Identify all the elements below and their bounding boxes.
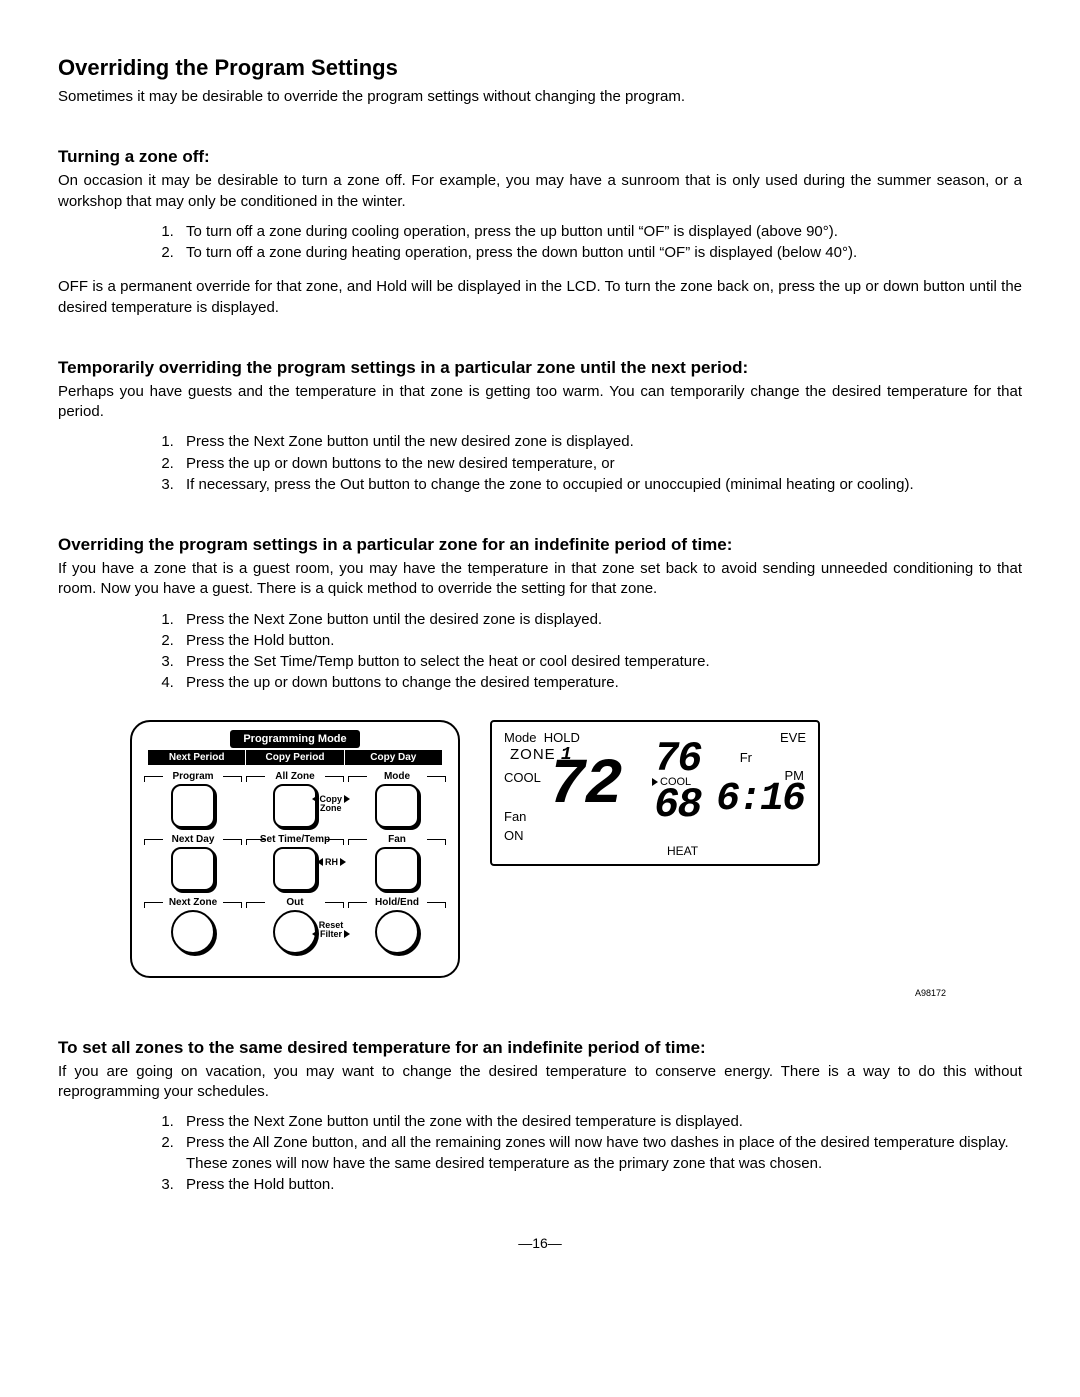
set-time-temp-button[interactable] bbox=[273, 847, 317, 891]
programming-mode-label: Programming Mode bbox=[230, 730, 360, 748]
lcd-cool2: COOL bbox=[660, 776, 691, 788]
list-item: Press the Next Zone button until the new… bbox=[178, 432, 1022, 452]
page-title: Overriding the Program Settings bbox=[58, 55, 1022, 81]
bar-label: Copy Period bbox=[245, 750, 343, 765]
body-text: If you have a zone that is a guest room,… bbox=[58, 559, 1022, 600]
body-text: OFF is a permanent override for that zon… bbox=[58, 277, 1022, 318]
fan-button[interactable] bbox=[375, 847, 419, 891]
lcd-on: ON bbox=[504, 828, 524, 843]
section-heading: Turning a zone off: bbox=[58, 147, 1022, 167]
copy-zone-tag: CopyZone bbox=[312, 795, 351, 813]
list-item: Press the Hold button. bbox=[178, 631, 1022, 651]
lcd-temp-heat: 68 bbox=[654, 784, 700, 826]
list-item: Press the Set Time/Temp button to select… bbox=[178, 652, 1022, 672]
rh-tag: RH bbox=[317, 858, 346, 867]
list-item: To turn off a zone during cooling operat… bbox=[178, 222, 1022, 242]
list-item: Press the up or down buttons to the new … bbox=[178, 454, 1022, 474]
list-item: Press the Next Zone button until the des… bbox=[178, 610, 1022, 630]
out-button[interactable] bbox=[273, 910, 317, 954]
btn-label: Next Zone bbox=[148, 897, 238, 908]
button-panel: Programming Mode Next Period Copy Period… bbox=[130, 720, 460, 978]
program-button[interactable] bbox=[171, 784, 215, 828]
lcd-temp-main: 72 bbox=[548, 754, 621, 818]
list-item: To turn off a zone during heating operat… bbox=[178, 243, 1022, 263]
lcd-mode: Mode bbox=[504, 730, 537, 745]
lcd-display: Mode HOLD EVE ZONE 1 COOLFanON 72 76 68 … bbox=[490, 720, 820, 866]
body-text: On occasion it may be desirable to turn … bbox=[58, 171, 1022, 212]
lcd-eve: EVE bbox=[780, 730, 806, 745]
next-day-button[interactable] bbox=[171, 847, 215, 891]
list-item: If necessary, press the Out button to ch… bbox=[178, 475, 1022, 495]
black-bar: Next Period Copy Period Copy Day bbox=[148, 750, 442, 765]
list-item: Press the All Zone button, and all the r… bbox=[178, 1133, 1022, 1174]
section-heading: To set all zones to the same desired tem… bbox=[58, 1038, 1022, 1058]
lcd-temp-cool: 76 bbox=[654, 738, 700, 780]
lcd-cool: COOL bbox=[504, 770, 541, 785]
btn-label: Mode bbox=[352, 771, 442, 782]
bar-label: Copy Day bbox=[344, 750, 442, 765]
section-heading: Temporarily overriding the program setti… bbox=[58, 358, 1022, 378]
btn-label: Program bbox=[148, 771, 238, 782]
body-text: If you are going on vacation, you may wa… bbox=[58, 1062, 1022, 1103]
btn-label: Out bbox=[250, 897, 340, 908]
lcd-fan: Fan bbox=[504, 809, 526, 824]
btn-label: Set Time/Temp bbox=[250, 834, 340, 845]
body-text: Perhaps you have guests and the temperat… bbox=[58, 382, 1022, 423]
lcd-day: Fr bbox=[740, 750, 752, 765]
mode-button[interactable] bbox=[375, 784, 419, 828]
list-item: Press the Next Zone button until the zon… bbox=[178, 1112, 1022, 1132]
bar-label: Next Period bbox=[148, 750, 245, 765]
intro-text: Sometimes it may be desirable to overrid… bbox=[58, 87, 1022, 107]
section-heading: Overriding the program settings in a par… bbox=[58, 535, 1022, 555]
btn-label: Fan bbox=[352, 834, 442, 845]
all-zone-button[interactable] bbox=[273, 784, 317, 828]
list-item: Press the Hold button. bbox=[178, 1175, 1022, 1195]
triangle-icon bbox=[652, 778, 658, 786]
lcd-hold: HOLD bbox=[544, 730, 580, 745]
list-item: Press the up or down buttons to change t… bbox=[178, 673, 1022, 693]
reset-filter-tag: ResetFilter bbox=[312, 921, 350, 939]
lcd-time: 6:16 bbox=[716, 780, 804, 820]
page-number: —16— bbox=[58, 1235, 1022, 1251]
btn-label: All Zone bbox=[250, 771, 340, 782]
figure-row: Programming Mode Next Period Copy Period… bbox=[130, 720, 1022, 978]
figure-id: A98172 bbox=[58, 988, 946, 998]
lcd-heat: HEAT bbox=[667, 844, 698, 858]
btn-label: Next Day bbox=[148, 834, 238, 845]
btn-label: Hold/End bbox=[352, 897, 442, 908]
hold-end-button[interactable] bbox=[375, 910, 419, 954]
next-zone-button[interactable] bbox=[171, 910, 215, 954]
